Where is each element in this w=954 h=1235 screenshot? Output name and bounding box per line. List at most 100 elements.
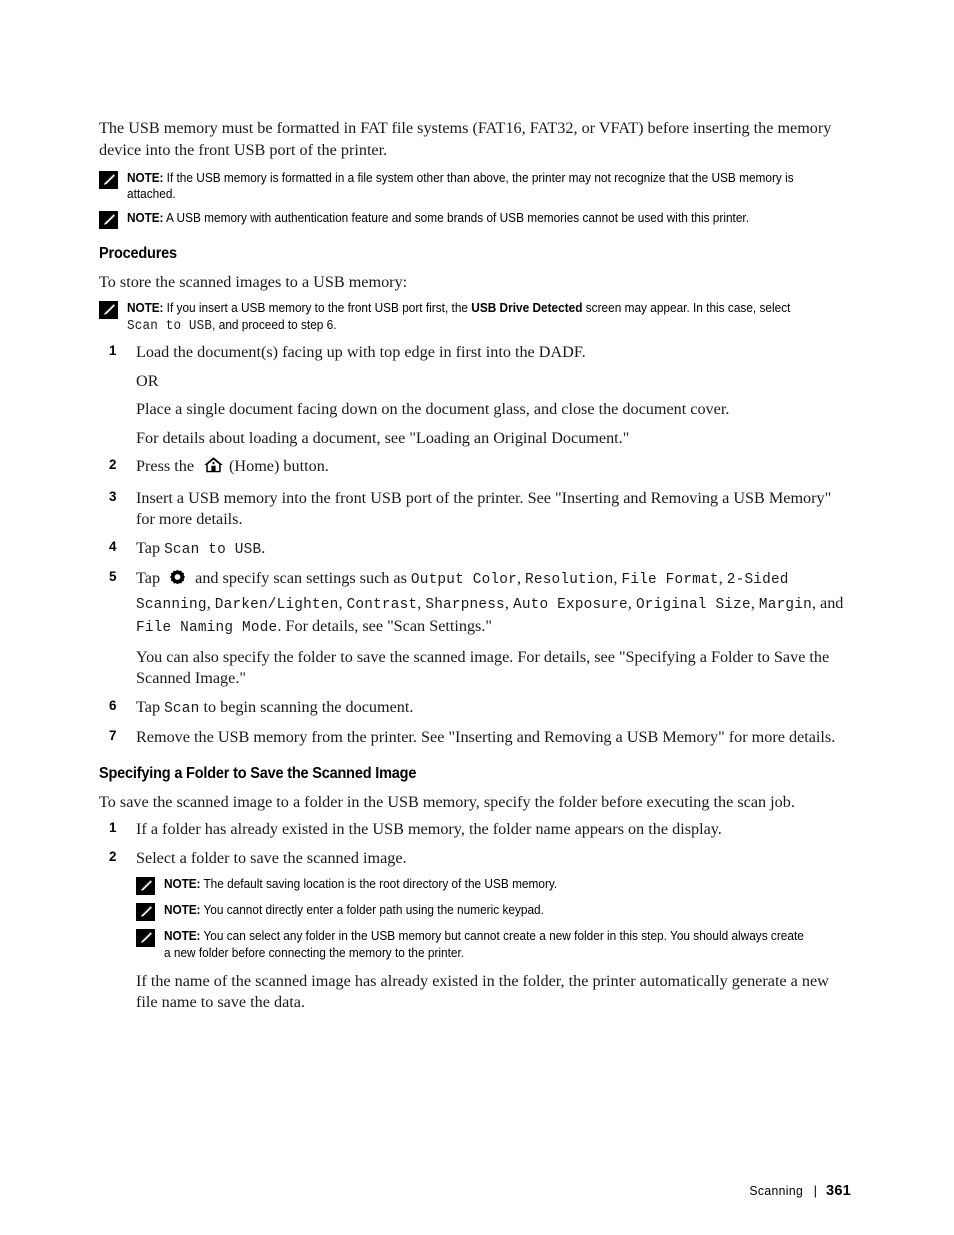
step-text-fragment: , [750,593,759,612]
step-text: Tap and specify scan settings such as Ou… [136,569,844,637]
closing-paragraph: If the name of the scanned image has alr… [136,971,829,1012]
note-text: NOTE: The default saving location is the… [164,876,808,892]
note-block: NOTE: If you insert a USB memory to the … [99,300,849,335]
note-label: NOTE: [164,929,201,944]
note-block: NOTE: If the USB memory is formatted in … [99,170,849,203]
step-text-fragment: , [338,593,347,612]
step-item: 2 Select a folder to save the scanned im… [99,848,849,870]
document-page: The USB memory must be formatted in FAT … [0,0,954,1235]
step-number: 1 [109,343,117,359]
note-pencil-icon [99,171,118,189]
note-content-part3: , and proceed to step 6. [212,317,337,332]
step-substep: OR [136,371,159,390]
step-text-fragment: , [627,593,636,612]
step-text: Tap Scan to USB. [136,538,266,558]
gear-icon [169,569,186,593]
step-item: 1 Load the document(s) facing up with to… [99,342,849,364]
step-item: 5 Tap and specify scan settings such as … [99,568,849,640]
step-text-fragment: , [718,569,727,588]
step-text-before-icon: Tap [136,569,165,588]
note-label: NOTE: [164,877,201,892]
step-text: Load the document(s) facing up with top … [136,343,586,362]
note-content-part1: If you insert a USB memory to the front … [166,301,472,316]
step-text: If a folder has already existed in the U… [136,820,722,839]
footer-page-number: 361 [826,1183,851,1199]
note-block: NOTE: A USB memory with authentication f… [99,210,849,229]
note-mono-value: Scan to USB [127,318,213,334]
step-number: 1 [109,820,117,836]
step-number: 7 [109,728,117,744]
ui-string-scan: Scan [164,700,200,717]
step-item: 3 Insert a USB memory into the front USB… [99,488,849,531]
note-screen-name: USB Drive Detected [471,301,583,316]
step-number: 5 [109,569,117,585]
note-pencil-icon [136,903,155,922]
step-text-before-mono: Tap [136,697,165,716]
note-label: NOTE: [127,210,164,225]
section-heading-procedures: Procedures [99,244,177,262]
step-text: Tap Scan to begin scanning the document. [136,697,414,717]
note-content: You cannot directly enter a folder path … [203,903,544,918]
ui-setting-original-size: Original Size [635,596,751,613]
ui-setting-file-naming-mode: File Naming Mode [136,620,278,637]
step-substep: For details about loading a document, se… [136,428,630,447]
step-text: Remove the USB memory from the printer. … [136,728,836,747]
ui-setting-contrast: Contrast [346,596,418,613]
note-pencil-icon [136,929,155,948]
step-text-fragment: and [820,593,844,612]
step-item: 2 Press the (Home) button. [99,456,849,481]
note-block: NOTE: You cannot directly enter a folder… [136,902,849,922]
step-substep: You can also specify the folder to save … [136,647,830,688]
step-text-before-icon: Press the [136,457,199,476]
ui-setting-darken-lighten: Darken/Lighten [214,596,339,613]
step-number: 3 [109,488,117,504]
note-content: If the USB memory is formatted in a file… [127,171,794,202]
step-number: 2 [109,848,117,864]
page-footer: Scanning | 361 [748,1183,851,1199]
note-block: NOTE: You can select any folder in the U… [136,928,849,961]
step-text-after-mono: . [261,538,266,557]
step-number: 2 [109,457,117,473]
footer-section-name: Scanning [749,1183,804,1198]
step-text: Select a folder to save the scanned imag… [136,848,407,867]
footer-separator: | [813,1183,818,1198]
note-text: NOTE: A USB memory with authentication f… [127,210,806,226]
ui-setting-auto-exposure: Auto Exposure [512,596,628,613]
ui-setting-sharpness: Sharpness [425,596,505,613]
procedures-lead-in: To store the scanned images to a USB mem… [99,272,408,291]
note-text: NOTE: If the USB memory is formatted in … [127,170,806,203]
note-pencil-icon [99,301,118,320]
step-text-fragment: , [613,569,622,588]
step-text-after-mono: to begin scanning the document. [199,697,414,716]
note-content: The default saving location is the root … [203,877,558,892]
ui-setting-resolution: Resolution [525,572,614,589]
step-text: Press the (Home) button. [136,457,329,475]
note-text: NOTE: You cannot directly enter a folder… [164,902,808,918]
note-label: NOTE: [127,301,164,316]
step-text-fragment: . For details, see "Scan Settings." [277,617,493,636]
intro-paragraph: The USB memory must be formatted in FAT … [99,119,832,159]
note-block: NOTE: The default saving location is the… [136,876,849,896]
step-number: 6 [109,697,117,713]
step-item: 6 Tap Scan to begin scanning the documen… [99,697,849,721]
note-text: NOTE: You can select any folder in the U… [164,928,808,961]
step-item: 4 Tap Scan to USB. [99,538,849,562]
step-text-fragment: , [516,569,526,588]
note-pencil-icon [136,877,155,896]
note-text: NOTE: If you insert a USB memory to the … [127,300,806,335]
ui-setting-output-color: Output Color [410,572,517,589]
step-text-fragment: , [811,593,821,612]
step-text-after-icon: (Home) button. [229,457,329,476]
section-heading-folder: Specifying a Folder to Save the Scanned … [99,764,417,782]
step5-settings-run: and specify scan settings such as Output… [136,569,844,637]
step-text-fragment: and specify scan settings such as [191,569,411,588]
ui-string-scan-to-usb: Scan to USB [164,541,262,558]
ui-setting-margin: Margin [758,596,812,613]
ui-setting-file-format: File Format [621,572,719,589]
note-pencil-icon [99,210,118,229]
note-label: NOTE: [164,903,201,918]
step-item: 7 Remove the USB memory from the printer… [99,727,849,749]
note-content: A USB memory with authentication feature… [166,210,750,225]
folder-lead-in: To save the scanned image to a folder in… [99,792,795,811]
page-content: The USB memory must be formatted in FAT … [99,118,849,1021]
